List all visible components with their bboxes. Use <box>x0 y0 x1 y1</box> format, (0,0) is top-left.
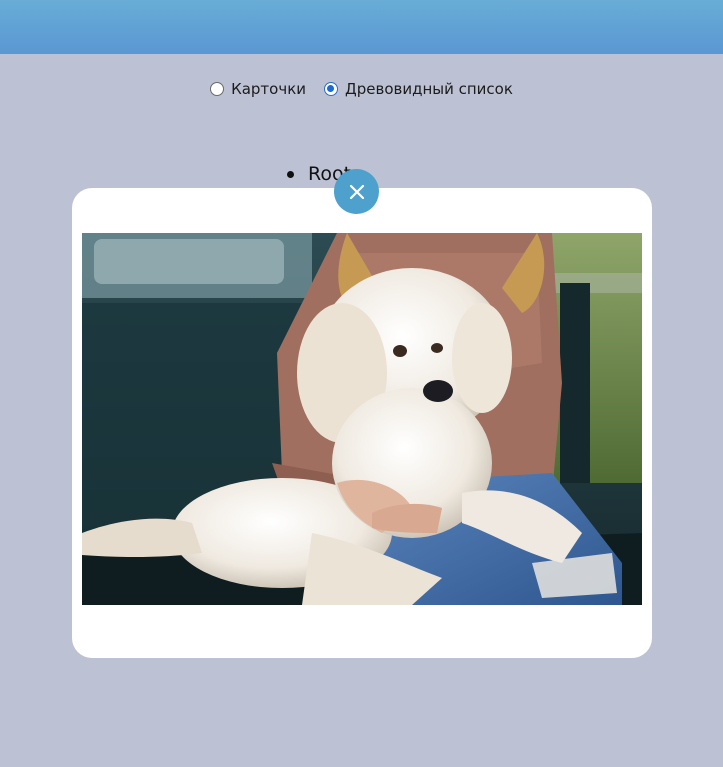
view-mode-switch: Карточки Древовидный список <box>0 80 723 98</box>
radio-tree-list[interactable]: Древовидный список <box>324 80 513 98</box>
dog-photo-illustration <box>82 233 642 605</box>
modal-dog-photo <box>82 233 642 605</box>
top-header-bar <box>0 0 723 54</box>
close-icon <box>349 184 364 199</box>
radio-cards-circle[interactable] <box>210 82 225 96</box>
radio-cards-label: Карточки <box>231 80 307 98</box>
tree-bullet <box>287 170 294 178</box>
radio-tree-list-circle[interactable] <box>324 82 339 96</box>
modal-close-button[interactable] <box>334 169 379 214</box>
radio-cards[interactable]: Карточки <box>210 80 306 98</box>
radio-tree-list-label: Древовидный список <box>345 80 513 98</box>
